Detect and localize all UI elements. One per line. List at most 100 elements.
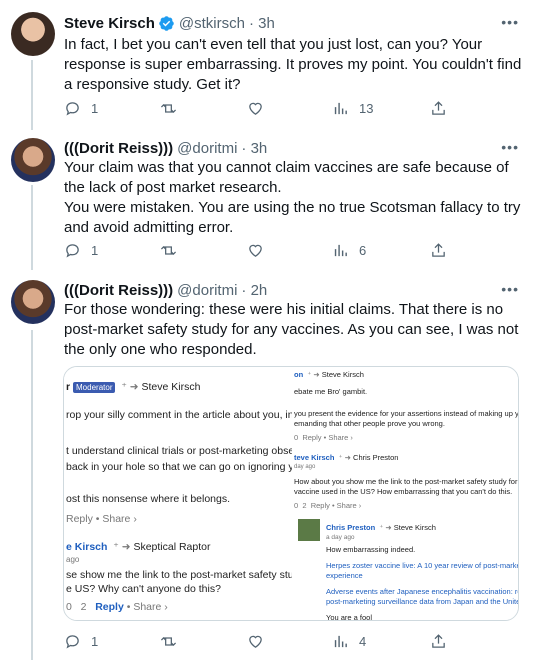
share-link: Share	[328, 433, 349, 442]
retweet-button[interactable]	[160, 100, 177, 117]
timestamp[interactable]: · 3h	[249, 15, 275, 32]
tweet-text: Your claim was that you cannot claim vac…	[64, 159, 521, 236]
tweet[interactable]: Steve Kirsch @stkirsch · 3h ••• In fact,…	[0, 0, 549, 130]
comment-age: day ago	[294, 464, 316, 470]
like-count: 0	[294, 501, 299, 510]
comment-line: e US? Why can't anyone do this?	[66, 583, 221, 595]
share-button[interactable]	[430, 242, 447, 259]
comment-actions: 0 Reply • Share ›	[294, 433, 353, 442]
comment-line: ost this nonsense where it belongs.	[66, 493, 231, 505]
retweet-icon	[160, 103, 177, 113]
reply-target: Steve Kirsch	[393, 523, 436, 532]
tweet[interactable]: (((Dorit Reiss))) @doritmi · 3h ••• Your…	[0, 130, 549, 270]
views-button[interactable]: 6	[332, 242, 366, 259]
comment-header: Chris Preston ⁺ ➜ Steve Kirsch	[326, 523, 436, 532]
share-button[interactable]	[430, 633, 447, 650]
more-icon[interactable]: •••	[501, 139, 519, 155]
reply-button[interactable]: 1	[64, 633, 98, 650]
comment-link: post-marketing surveillance data from Ja…	[326, 597, 519, 606]
share-link: Share	[133, 601, 162, 613]
retweet-button[interactable]	[160, 242, 177, 259]
reply-icon	[66, 101, 79, 116]
like-count: 0	[294, 433, 299, 442]
views-button[interactable]: 4	[332, 633, 366, 650]
comment-line: you present the evidence for your assert…	[294, 409, 519, 418]
analytics-icon	[334, 244, 347, 256]
share-link: Share	[336, 501, 357, 510]
heart-icon	[249, 635, 262, 648]
reply-count: 1	[91, 633, 99, 649]
retweet-icon	[160, 636, 177, 646]
reply-target: Chris Preston	[353, 453, 399, 462]
more-icon[interactable]: •••	[501, 14, 519, 30]
timestamp[interactable]: · 3h	[241, 140, 267, 157]
retweet-icon	[160, 245, 177, 255]
like-button[interactable]	[247, 242, 264, 259]
analytics-icon	[334, 635, 347, 647]
comment-actions: 0 2 Reply • Share ›	[294, 501, 362, 510]
like-button[interactable]	[247, 100, 264, 117]
reply-icon	[66, 634, 79, 649]
reply-link: Reply	[66, 513, 93, 525]
author-name[interactable]: (((Dorit Reiss)))	[64, 282, 173, 299]
comment-line: t understand clinical trials or post-mar…	[66, 445, 292, 457]
comment-author: on	[294, 370, 304, 379]
reply-link: Reply	[95, 601, 124, 613]
comment-line: se show me the link to the post-market s…	[66, 569, 292, 581]
comment-link: Adverse events after Japanese encephalit…	[326, 587, 519, 596]
reply-count: 1	[91, 100, 99, 116]
author-name[interactable]: Steve Kirsch	[64, 15, 155, 32]
reply-count-media: 2	[302, 501, 307, 510]
verified-badge-icon	[159, 15, 174, 31]
view-count: 6	[359, 242, 367, 258]
reply-target: Steve Kirsch	[321, 370, 364, 379]
views-button[interactable]: 13	[332, 100, 373, 117]
view-count: 4	[359, 633, 367, 649]
reply-count: 1	[91, 242, 99, 258]
retweet-button[interactable]	[160, 633, 177, 650]
tweet-actions: 1 4	[64, 631, 447, 651]
share-icon	[432, 100, 445, 115]
reply-button[interactable]: 1	[64, 100, 98, 117]
comment-line: rop your silly comment in the article ab…	[66, 409, 292, 421]
comment-line: ebate me Bro' gambit.	[294, 387, 368, 396]
comment-line: vaccine used in the US? How embarrassing…	[294, 487, 513, 496]
comment-link: Herpes zoster vaccine live: A 10 year re…	[326, 561, 519, 570]
tweet-media[interactable]: r Moderator ⁺ ➜ Steve Kirsch rop your si…	[63, 366, 519, 621]
author-name[interactable]: (((Dorit Reiss)))	[64, 140, 173, 157]
timestamp[interactable]: · 2h	[241, 282, 267, 299]
tweet-header: (((Dorit Reiss))) @doritmi · 3h	[64, 138, 267, 158]
avatar[interactable]	[11, 12, 55, 56]
like-button[interactable]	[247, 633, 264, 650]
reply-button[interactable]: 1	[64, 242, 98, 259]
reply-link: Reply	[310, 501, 330, 510]
tweet-text: For those wondering: these were his init…	[64, 301, 523, 358]
comment-line: You are a fool	[326, 613, 373, 621]
like-count: 0	[66, 601, 72, 613]
commenter-avatar	[298, 519, 320, 541]
more-icon[interactable]: •••	[501, 281, 519, 297]
reply-link: Reply	[302, 433, 322, 442]
comment-actions: 0 2 Reply • Share ›	[66, 601, 168, 613]
author-handle[interactable]: @doritmi	[177, 140, 237, 157]
comment-age: a day ago	[326, 534, 355, 541]
comment-line: How embarrassing indeed.	[326, 545, 416, 554]
reply-target: Steve Kirsch	[141, 381, 201, 393]
avatar[interactable]	[11, 138, 55, 182]
comment-author: teve Kirsch	[294, 453, 335, 462]
tweet-text: In fact, I bet you can't even tell that …	[64, 36, 526, 93]
comment-line: back in your hole so that we can go on i…	[66, 461, 292, 473]
author-handle[interactable]: @stkirsch	[179, 15, 245, 32]
comment-age: ago	[66, 555, 80, 564]
share-icon	[432, 633, 445, 648]
avatar[interactable]	[11, 280, 55, 324]
media-image-right[interactable]: on ⁺ ➜ Steve Kirsch ebate me Bro' gambit…	[292, 367, 519, 621]
heart-icon	[249, 102, 262, 115]
author-handle[interactable]: @doritmi	[177, 282, 237, 299]
media-image-left[interactable]: r Moderator ⁺ ➜ Steve Kirsch rop your si…	[64, 367, 292, 620]
share-button[interactable]	[430, 100, 447, 117]
heart-icon	[249, 244, 262, 257]
view-count: 13	[359, 100, 374, 116]
share-icon	[432, 242, 445, 257]
comment-link: experience	[326, 571, 363, 580]
